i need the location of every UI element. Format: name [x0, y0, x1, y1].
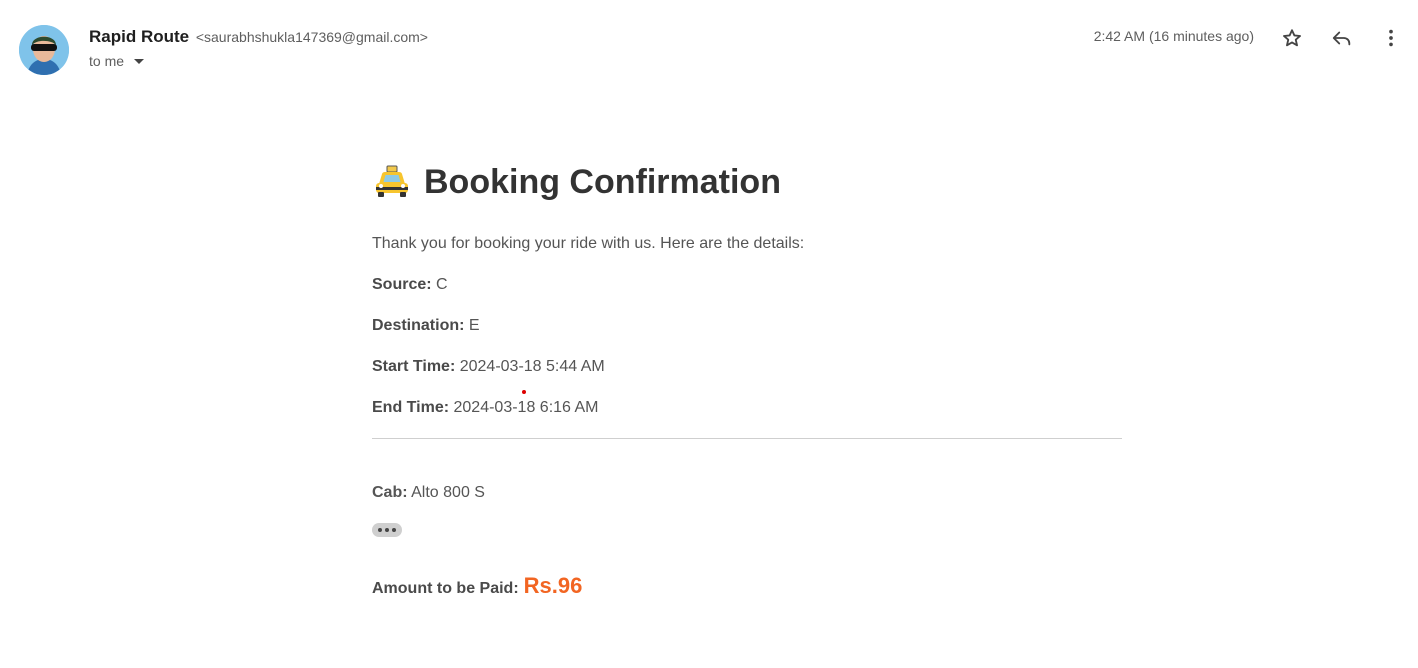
reply-icon: [1332, 31, 1351, 46]
star-icon: [1283, 29, 1301, 47]
recipient-label: to me: [89, 53, 125, 69]
field-destination: Destination: E: [372, 315, 1122, 336]
star-button[interactable]: [1280, 26, 1304, 50]
field-start-time: Start Time: 2024-03-18 5:44 AM: [372, 356, 1122, 377]
field-label: Destination:: [372, 317, 465, 334]
field-end-time: End Time: 2024-03-18 6:16 AM: [372, 397, 1122, 418]
reply-button[interactable]: [1330, 26, 1354, 50]
field-label: Source:: [372, 276, 432, 293]
divider: [372, 438, 1122, 439]
avatar-image: [19, 25, 69, 75]
amount-value: Rs.96: [523, 573, 583, 598]
field-value: Alto 800 S: [411, 484, 485, 501]
field-label: Cab:: [372, 484, 408, 501]
cursor-marker: [522, 390, 526, 394]
email-header: Rapid Route <saurabhshukla147369@gmail.c…: [0, 0, 1418, 90]
field-value: 2024-03-18 6:16 AM: [453, 399, 599, 416]
recipient-dropdown[interactable]: to me: [89, 53, 145, 69]
amount-row: Amount to be Paid: Rs.96: [372, 573, 1122, 599]
sender[interactable]: Rapid Route <saurabhshukla147369@gmail.c…: [89, 27, 428, 47]
field-value: C: [436, 276, 448, 293]
sender-email: <saurabhshukla147369@gmail.com>: [195, 29, 428, 45]
amount-label: Amount to be Paid:: [372, 580, 519, 597]
field-source: Source: C: [372, 274, 1122, 295]
more-vert-icon: [1389, 29, 1393, 47]
avatar[interactable]: [19, 25, 69, 75]
ellipsis-icon: [378, 528, 382, 532]
more-options-button[interactable]: [1379, 26, 1403, 50]
field-label: Start Time:: [372, 358, 456, 375]
taxi-icon: [376, 165, 408, 197]
email-title: Booking Confirmation: [424, 163, 781, 201]
email-body: Booking Confirmation Thank you for booki…: [372, 150, 1122, 599]
field-cab: Cab: Alto 800 S: [372, 482, 1122, 503]
field-value: E: [468, 317, 480, 334]
intro-text: Thank you for booking your ride with us.…: [372, 235, 805, 252]
timestamp: 2:42 AM (16 minutes ago): [1093, 28, 1254, 44]
chevron-down-icon: [134, 59, 145, 64]
sender-name: Rapid Route: [89, 27, 190, 46]
show-trimmed-content-button[interactable]: [372, 523, 402, 537]
field-value: 2024-03-18 5:44 AM: [459, 358, 605, 375]
field-label: End Time:: [372, 399, 450, 416]
title-row: Booking Confirmation: [372, 162, 1122, 202]
